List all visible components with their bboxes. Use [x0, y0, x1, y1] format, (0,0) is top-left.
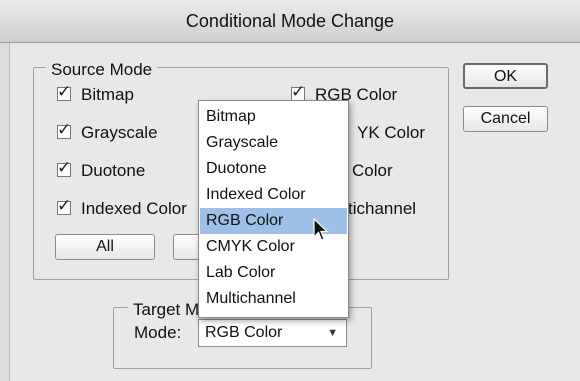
checkmark-icon: ✓ [57, 120, 72, 139]
checkbox[interactable]: ✓ [57, 120, 71, 139]
checkbox-duotone[interactable]: ✓ Duotone [57, 158, 146, 182]
checkbox-grayscale[interactable]: ✓ Grayscale [57, 120, 158, 144]
menu-item-duotone[interactable]: Duotone [200, 156, 347, 182]
menu-item-bitmap[interactable]: Bitmap [200, 104, 347, 130]
checkbox-label: Color [352, 161, 393, 180]
checkbox[interactable]: ✓ [291, 82, 305, 101]
checkbox-multichannel[interactable]: tichannel [348, 198, 416, 220]
checkbox-label: Bitmap [81, 85, 134, 104]
menu-item-indexed-color[interactable]: Indexed Color [200, 182, 347, 208]
checkmark-icon: ✓ [57, 82, 72, 101]
checkbox[interactable]: ✓ [57, 82, 71, 101]
checkmark-icon: ✓ [57, 196, 72, 215]
menu-item-lab-color[interactable]: Lab Color [200, 260, 347, 286]
mouse-pointer-icon [313, 218, 329, 241]
title-bar: Conditional Mode Change [0, 0, 580, 43]
cancel-button[interactable]: Cancel [463, 106, 548, 132]
checkbox[interactable]: ✓ [57, 158, 71, 177]
dialog-title: Conditional Mode Change [185, 11, 395, 31]
all-button[interactable]: All [55, 234, 155, 260]
checkmark-icon: ✓ [291, 82, 306, 101]
ok-button[interactable]: OK [463, 63, 548, 89]
menu-item-multichannel[interactable]: Multichannel [200, 286, 347, 312]
checkbox-label: Grayscale [81, 123, 158, 142]
target-mode-label: Target M [128, 300, 205, 320]
checkbox-bitmap[interactable]: ✓ Bitmap [57, 82, 134, 106]
checkbox-label: YK Color [357, 123, 426, 142]
checkbox-indexed-color[interactable]: ✓ Indexed Color [57, 196, 187, 220]
selected-value: RGB Color [205, 324, 283, 341]
checkbox[interactable]: ✓ [57, 196, 71, 215]
checkbox-label: tichannel [348, 199, 417, 218]
checkbox-lab-color[interactable]: Color [352, 160, 393, 182]
target-mode-dropdown: Bitmap Grayscale Duotone Indexed Color R… [198, 100, 349, 318]
checkbox-cmyk-color[interactable]: YK Color [357, 122, 425, 144]
checkbox-label: Indexed Color [81, 199, 187, 218]
mode-label: Mode: [134, 323, 182, 342]
menu-item-grayscale[interactable]: Grayscale [200, 130, 347, 156]
checkmark-icon: ✓ [57, 158, 72, 177]
checkbox-label: Duotone [81, 161, 146, 180]
target-mode-select[interactable]: RGB Color ▼ [198, 319, 347, 347]
source-mode-label: Source Mode [46, 60, 158, 80]
chevron-down-icon: ▼ [327, 327, 338, 339]
